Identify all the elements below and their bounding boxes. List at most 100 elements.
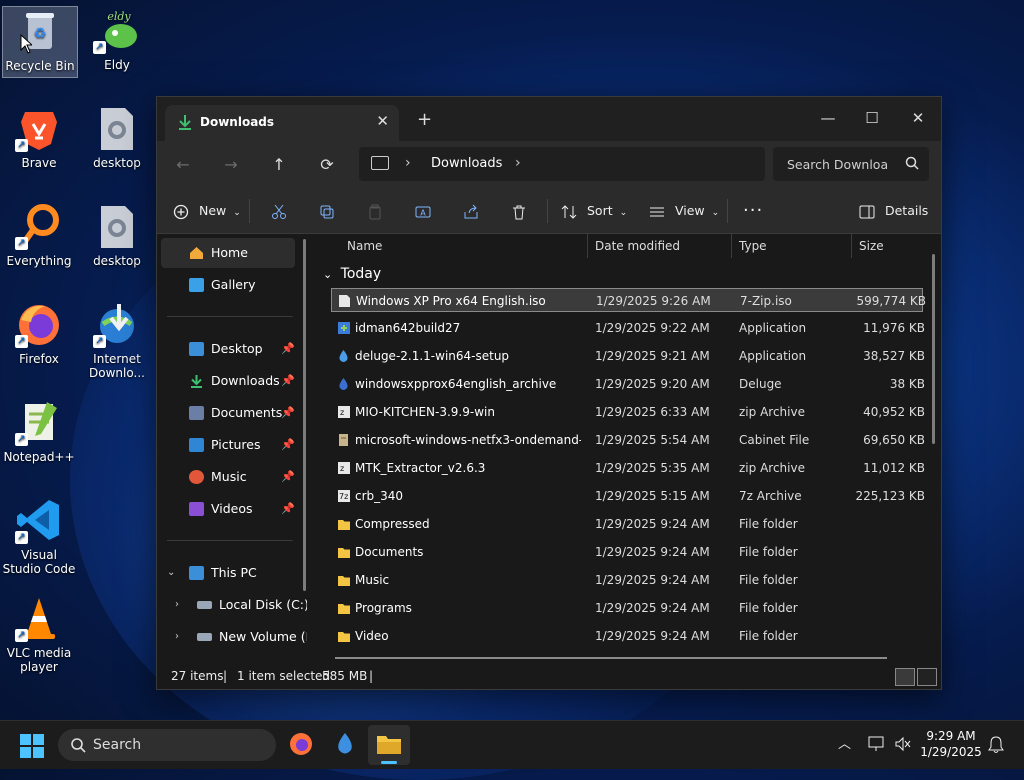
sidebar-item-gallery[interactable]: Gallery — [161, 270, 295, 300]
desktop-icon-everything[interactable]: ↗ Everything — [2, 202, 76, 268]
desktop-icon-visual-studio-code[interactable]: ↗ Visual Studio Code — [2, 496, 76, 576]
copy-icon[interactable] — [319, 199, 335, 223]
pin-icon[interactable]: 📌 — [281, 462, 295, 492]
title-bar[interactable]: Downloads ✕ + — ☐ ✕ — [157, 97, 941, 141]
cut-icon[interactable] — [271, 199, 287, 223]
file-row-idman[interactable]: idman642build27 1/29/2025 9:22 AM Applic… — [331, 316, 925, 340]
folder-row-music[interactable]: Music 1/29/2025 9:24 AM File folder — [331, 568, 923, 592]
sidebar-item-this-pc[interactable]: ⌄ This PC — [161, 558, 295, 588]
group-header-today[interactable]: ⌄ Today — [323, 266, 381, 282]
sidebar-item-local-disk[interactable]: › Local Disk (C:) — [161, 590, 307, 620]
folder-row-video[interactable]: Video 1/29/2025 9:24 AM File folder — [331, 624, 923, 648]
file-row-mio-kitchen[interactable]: z MIO-KITCHEN-3.9.9-win 1/29/2025 6:33 A… — [331, 400, 925, 424]
folder-row-compressed[interactable]: Compressed 1/29/2025 9:24 AM File folder — [331, 512, 923, 536]
desktop-icon-desktop-1[interactable]: desktop — [80, 104, 154, 170]
folder-row-programs[interactable]: Programs 1/29/2025 9:24 AM File folder — [331, 596, 923, 620]
up-arrow-icon[interactable]: ↑ — [267, 153, 291, 177]
minimize-button[interactable]: — — [805, 103, 851, 133]
details-button[interactable]: Details — [859, 199, 928, 223]
more-options-icon[interactable]: ··· — [743, 199, 763, 223]
back-arrow-icon[interactable]: ← — [171, 153, 195, 177]
delete-icon[interactable] — [511, 199, 527, 223]
new-tab-button[interactable]: + — [417, 109, 432, 130]
pin-icon[interactable]: 📌 — [281, 334, 295, 364]
large-icons-view-icon[interactable] — [917, 668, 937, 686]
file-type: File folder — [739, 629, 798, 643]
firefox-taskbar-icon[interactable] — [288, 731, 314, 757]
chevron-up-icon[interactable]: ︿ — [838, 733, 851, 752]
file-size: 40,952 KB — [863, 405, 925, 419]
pin-icon[interactable]: 📌 — [281, 398, 295, 428]
file-explorer-taskbar-button[interactable] — [368, 725, 410, 765]
sidebar-item-videos[interactable]: Videos 📌 — [161, 494, 295, 524]
sidebar-item-home[interactable]: Home — [161, 238, 295, 268]
chevron-right-icon[interactable]: › — [175, 590, 179, 620]
desktop-icon-vlc[interactable]: ↗ VLC media player — [2, 594, 76, 674]
deluge-taskbar-icon[interactable] — [334, 731, 356, 757]
column-header-date[interactable]: Date modified — [595, 234, 680, 258]
desktop-icon-internet-download-manager[interactable]: ↗ Internet Downlo... — [80, 300, 154, 380]
notification-bell-icon[interactable] — [988, 736, 1004, 754]
desktop-icon-brave[interactable]: ↗ Brave — [2, 104, 76, 170]
sidebar-item-documents[interactable]: Documents 📌 — [161, 398, 295, 428]
column-divider[interactable] — [851, 234, 852, 258]
file-type: File folder — [739, 573, 798, 587]
chevron-down-icon[interactable]: ⌄ — [167, 558, 175, 588]
sort-button[interactable]: Sort ⌄ — [561, 199, 627, 223]
file-row-torrent[interactable]: windowsxpprox64english_archive 1/29/2025… — [331, 372, 925, 396]
desktop-icon-eldy[interactable]: eldy ↗ Eldy — [80, 6, 154, 72]
tab-downloads[interactable]: Downloads ✕ — [165, 105, 399, 141]
forward-arrow-icon[interactable]: → — [219, 153, 243, 177]
address-bar[interactable]: › Downloads › — [359, 147, 765, 181]
sidebar-scrollbar[interactable] — [303, 239, 306, 591]
sidebar-item-new-volume[interactable]: › New Volume (I — [161, 622, 307, 652]
everything-search-icon: ↗ — [15, 202, 63, 250]
close-window-button[interactable]: ✕ — [895, 103, 941, 133]
network-icon[interactable] — [868, 736, 886, 752]
sidebar-item-music[interactable]: Music 📌 — [161, 462, 295, 492]
file-explorer-window[interactable]: Downloads ✕ + — ☐ ✕ ← → ↑ ⟳ › Downloads … — [156, 96, 942, 690]
maximize-button[interactable]: ☐ — [849, 103, 895, 133]
file-row-crb[interactable]: 7z crb_340 1/29/2025 5:15 AM 7z Archive … — [331, 484, 925, 508]
new-button[interactable]: New ⌄ — [173, 199, 241, 223]
desktop-icon-desktop-2[interactable]: desktop — [80, 202, 154, 268]
column-header-type[interactable]: Type — [739, 234, 767, 258]
folder-row-documents[interactable]: Documents 1/29/2025 9:24 AM File folder — [331, 540, 923, 564]
desktop-icon-recycle-bin[interactable]: ♻ Recycle Bin — [2, 6, 78, 78]
refresh-icon[interactable]: ⟳ — [315, 153, 339, 177]
view-button[interactable]: View ⌄ — [649, 199, 719, 223]
column-divider[interactable] — [731, 234, 732, 258]
desktop-icon-label: Recycle Bin — [5, 59, 75, 73]
desktop-icon-firefox[interactable]: ↗ Firefox — [2, 300, 76, 366]
paste-icon[interactable] — [367, 199, 383, 223]
file-row-mtk-extractor[interactable]: z MTK_Extractor_v2.6.3 1/29/2025 5:35 AM… — [331, 456, 925, 480]
file-list-scrollbar[interactable] — [932, 254, 935, 444]
column-header-size[interactable]: Size — [859, 234, 884, 258]
pin-icon[interactable]: 📌 — [281, 366, 295, 396]
file-row-iso[interactable]: Windows XP Pro x64 English.iso 1/29/2025… — [331, 288, 926, 312]
sidebar-item-desktop[interactable]: Desktop 📌 — [161, 334, 295, 364]
pin-icon[interactable]: 📌 — [281, 494, 295, 524]
chevron-right-icon[interactable]: › — [175, 622, 179, 652]
share-icon[interactable] — [463, 199, 479, 223]
breadcrumb-downloads[interactable]: Downloads — [431, 156, 502, 171]
file-row-netfx3[interactable]: microsoft-windows-netfx3-ondemand-p... 1… — [331, 428, 925, 452]
close-tab-icon[interactable]: ✕ — [376, 112, 389, 130]
rename-icon[interactable]: A — [415, 199, 431, 223]
sidebar-item-downloads[interactable]: Downloads 📌 — [161, 366, 295, 396]
windows-start-icon[interactable] — [20, 734, 44, 758]
pin-icon[interactable]: 📌 — [281, 430, 295, 460]
system-clock[interactable]: 9:29 AM 1/29/2025 — [920, 728, 982, 760]
column-header-name[interactable]: Name — [347, 234, 382, 258]
volume-muted-icon[interactable] — [894, 736, 912, 752]
desktop-icon-notepad-plus-plus[interactable]: ↗ Notepad++ — [2, 398, 76, 464]
desktop-icon-label: Everything — [6, 254, 72, 268]
taskbar-search-box[interactable]: Search — [58, 729, 276, 761]
sidebar-item-pictures[interactable]: Pictures 📌 — [161, 430, 295, 460]
column-divider[interactable] — [587, 234, 588, 258]
search-box[interactable]: Search Downloa — [773, 147, 929, 181]
horizontal-scrollbar[interactable] — [335, 657, 887, 659]
details-view-icon[interactable] — [895, 668, 915, 686]
selected-size: 585 MB — [322, 669, 368, 683]
file-row-deluge-setup[interactable]: deluge-2.1.1-win64-setup 1/29/2025 9:21 … — [331, 344, 925, 368]
